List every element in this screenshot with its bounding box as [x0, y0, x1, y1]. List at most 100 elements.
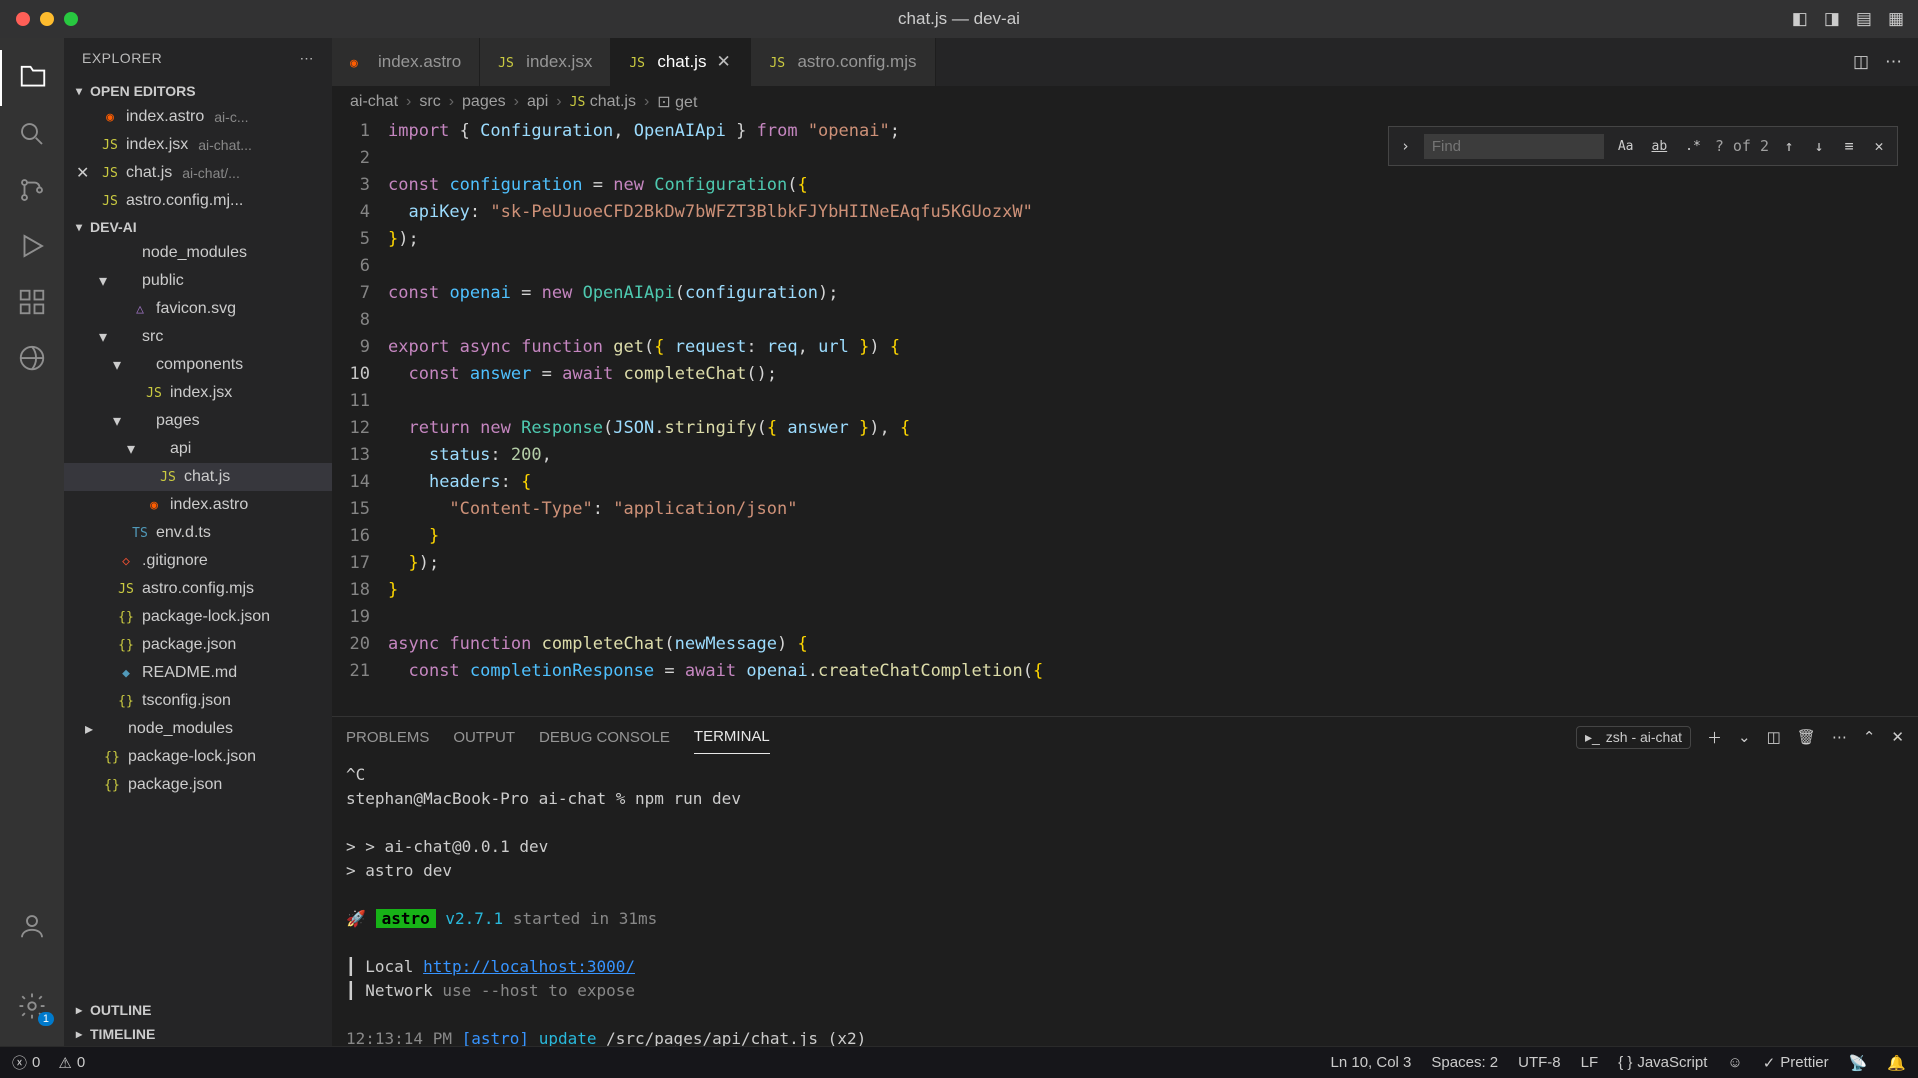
terminal-icon: ▸_ [1585, 729, 1600, 746]
file-tree-item[interactable]: {}package.json [64, 631, 332, 659]
file-tree-item[interactable]: JSindex.jsx [64, 379, 332, 407]
toggle-secondary-sidebar-icon[interactable]: ▤ [1856, 9, 1872, 29]
search-activity[interactable] [0, 106, 64, 162]
file-tree-item[interactable]: {}tsconfig.json [64, 687, 332, 715]
outline-header[interactable]: ▸OUTLINE [64, 998, 332, 1022]
status-errors[interactable]: ⓧ 0 [12, 1052, 40, 1073]
file-tree-item[interactable]: ◇.gitignore [64, 547, 332, 575]
panel-tab[interactable]: DEBUG CONSOLE [539, 721, 670, 754]
file-tree-item[interactable]: JSastro.config.mjs [64, 575, 332, 603]
editor-tab[interactable]: JSchat.js✕ [611, 38, 751, 86]
breadcrumb-item[interactable]: JS chat.js [570, 93, 636, 111]
status-warnings[interactable]: ⚠ 0 [58, 1054, 85, 1072]
file-tree-item[interactable]: ◆README.md [64, 659, 332, 687]
edge-tools-activity[interactable] [0, 330, 64, 386]
open-editor-item[interactable]: ✕JSchat.jsai-chat/... [64, 159, 332, 187]
file-tree-item[interactable]: ▸node_modules [64, 715, 332, 743]
status-encoding[interactable]: UTF-8 [1518, 1054, 1561, 1071]
find-expand-icon[interactable]: › [1397, 133, 1414, 160]
breadcrumb-item[interactable]: pages [462, 93, 506, 111]
settings-badge: 1 [38, 1012, 54, 1026]
open-editors-header[interactable]: ▾OPEN EDITORS [64, 79, 332, 103]
run-debug-activity[interactable] [0, 218, 64, 274]
file-tree-item[interactable]: {}package-lock.json [64, 603, 332, 631]
status-feedback-icon[interactable]: ☺ [1727, 1054, 1742, 1071]
find-close-icon[interactable]: ✕ [1869, 133, 1889, 160]
find-selection-icon[interactable]: ≡ [1839, 133, 1859, 160]
code-editor[interactable]: 123456789101112131415161718192021 import… [332, 118, 1918, 716]
editor-tab[interactable]: JSastro.config.mjs [751, 38, 935, 86]
panel-more-icon[interactable]: ⋯ [1832, 728, 1847, 746]
split-editor-icon[interactable]: ◫ [1853, 52, 1869, 72]
breadcrumb-item[interactable]: src [419, 93, 440, 111]
find-widget: › Aa ab .* ? of 2 ↑ ↓ ≡ ✕ [1388, 126, 1898, 166]
status-indentation[interactable]: Spaces: 2 [1431, 1054, 1498, 1071]
file-tree-item[interactable]: ▾src [64, 323, 332, 351]
open-editor-item[interactable]: JSastro.config.mj... [64, 187, 332, 215]
traffic-lights [0, 12, 78, 26]
file-tree-item[interactable]: JSchat.js [64, 463, 332, 491]
status-cursor-position[interactable]: Ln 10, Col 3 [1331, 1054, 1412, 1071]
settings-activity[interactable]: 1 [0, 978, 64, 1034]
breadcrumb-item[interactable]: ⊡ get [657, 92, 697, 112]
status-bell-icon[interactable]: 🔔 [1887, 1054, 1906, 1072]
terminal-body[interactable]: ^C stephan@MacBook-Pro ai-chat % npm run… [332, 757, 1918, 1046]
file-tree-item[interactable]: ▾pages [64, 407, 332, 435]
file-tree-item[interactable]: ▾public [64, 267, 332, 295]
file-tree-item[interactable]: {}package-lock.json [64, 743, 332, 771]
timeline-header[interactable]: ▸TIMELINE [64, 1022, 332, 1046]
file-tree-item[interactable]: node_modules [64, 239, 332, 267]
close-tab-icon[interactable]: ✕ [716, 52, 732, 72]
accounts-activity[interactable] [0, 898, 64, 954]
explorer-title: EXPLORER [82, 50, 162, 67]
breadcrumb-item[interactable]: api [527, 93, 548, 111]
terminal-process-picker[interactable]: ▸_ zsh - ai-chat [1576, 726, 1691, 749]
close-window-button[interactable] [16, 12, 30, 26]
find-result-count: ? of 2 [1715, 133, 1769, 160]
toggle-panel-icon[interactable]: ◨ [1824, 9, 1840, 29]
panel-tab[interactable]: PROBLEMS [346, 721, 429, 754]
match-case-icon[interactable]: Aa [1614, 131, 1638, 162]
status-language[interactable]: { } JavaScript [1618, 1054, 1707, 1071]
find-prev-icon[interactable]: ↑ [1779, 133, 1799, 160]
editor-tab[interactable]: ◉index.astro [332, 38, 480, 86]
file-tree-item[interactable]: △favicon.svg [64, 295, 332, 323]
explorer-more-icon[interactable]: ⋯ [300, 50, 315, 67]
find-input[interactable] [1424, 134, 1604, 159]
panel-tab[interactable]: OUTPUT [453, 721, 515, 754]
maximize-panel-icon[interactable]: ⌃ [1863, 728, 1876, 746]
titlebar: chat.js — dev-ai ◧ ◨ ▤ ▦ [0, 0, 1918, 38]
status-broadcast-icon[interactable]: 📡 [1849, 1054, 1868, 1072]
file-tree-item[interactable]: {}package.json [64, 771, 332, 799]
breadcrumbs[interactable]: ai-chat›src›pages›api›JS chat.js›⊡ get [332, 86, 1918, 118]
kill-terminal-icon[interactable]: 🗑 [1797, 728, 1816, 746]
panel-tab[interactable]: TERMINAL [694, 720, 770, 754]
file-tree-item[interactable]: ◉index.astro [64, 491, 332, 519]
status-prettier[interactable]: ✓ Prettier [1763, 1054, 1829, 1072]
explorer-activity[interactable] [0, 50, 64, 106]
customize-layout-icon[interactable]: ▦ [1888, 9, 1904, 29]
split-terminal-icon[interactable]: ◫ [1767, 728, 1781, 746]
regex-icon[interactable]: .* [1681, 131, 1705, 162]
extensions-activity[interactable] [0, 274, 64, 330]
project-header[interactable]: ▾DEV-AI [64, 215, 332, 239]
close-panel-icon[interactable]: ✕ [1891, 728, 1904, 746]
maximize-window-button[interactable] [64, 12, 78, 26]
open-editor-item[interactable]: JSindex.jsxai-chat... [64, 131, 332, 159]
source-control-activity[interactable] [0, 162, 64, 218]
editor-area: ◉index.astroJSindex.jsxJSchat.js✕JSastro… [332, 38, 1918, 1046]
open-editor-item[interactable]: ◉index.astroai-c... [64, 103, 332, 131]
toggle-primary-sidebar-icon[interactable]: ◧ [1792, 9, 1808, 29]
editor-tab[interactable]: JSindex.jsx [480, 38, 611, 86]
editor-more-icon[interactable]: ⋯ [1885, 52, 1902, 72]
status-eol[interactable]: LF [1581, 1054, 1599, 1071]
match-whole-word-icon[interactable]: ab [1648, 131, 1672, 162]
find-next-icon[interactable]: ↓ [1809, 133, 1829, 160]
file-tree-item[interactable]: ▾api [64, 435, 332, 463]
terminal-dropdown-icon[interactable]: ⌄ [1738, 728, 1751, 746]
file-tree-item[interactable]: ▾components [64, 351, 332, 379]
new-terminal-icon[interactable]: ＋ [1707, 727, 1722, 748]
breadcrumb-item[interactable]: ai-chat [350, 93, 398, 111]
minimize-window-button[interactable] [40, 12, 54, 26]
file-tree-item[interactable]: TSenv.d.ts [64, 519, 332, 547]
